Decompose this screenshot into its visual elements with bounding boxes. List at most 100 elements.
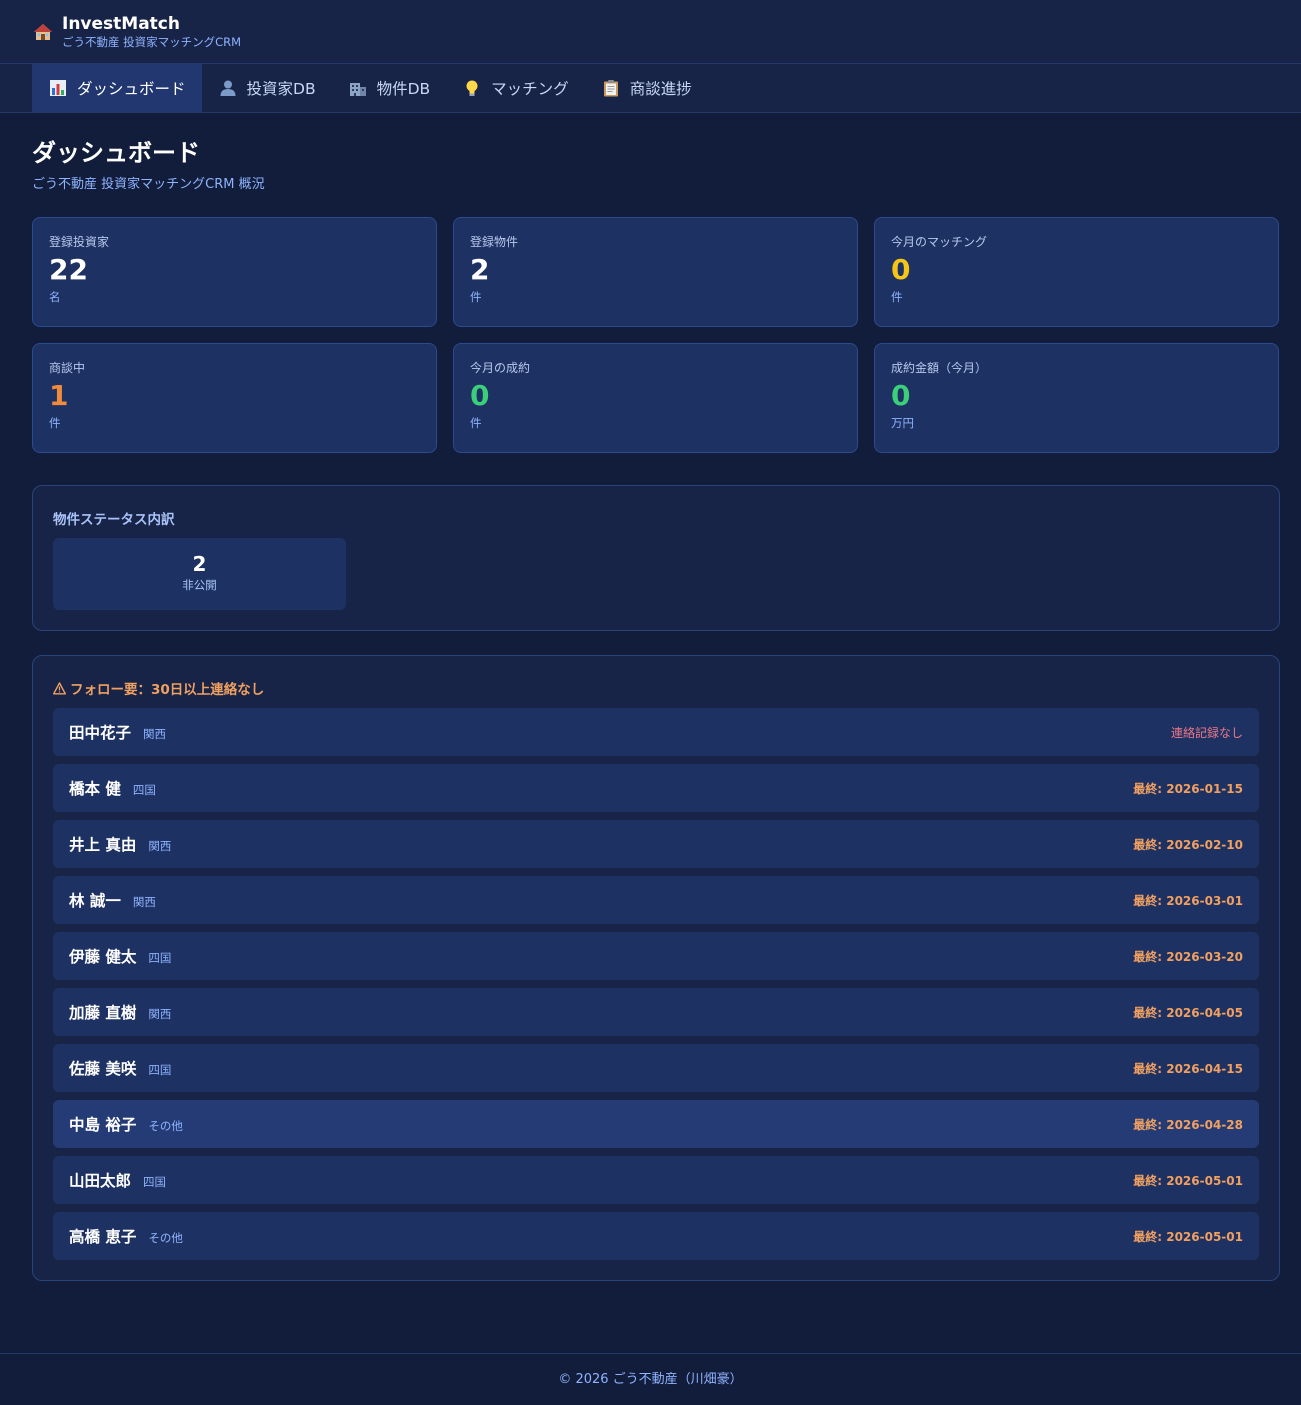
tab-label: ダッシュボード <box>77 80 186 98</box>
status-count: 2 <box>192 552 207 576</box>
investor-region: 四国 <box>148 951 172 965</box>
last-contact: 最終: 2026-05-01 <box>1133 1229 1243 1244</box>
investor-name: 橋本 健 <box>69 780 121 798</box>
stat-card-monthly-matching: 今月のマッチング 0 件 <box>874 217 1279 327</box>
stat-card-investors: 登録投資家 22 名 <box>32 217 437 327</box>
stat-unit: 件 <box>470 290 482 304</box>
footer: © 2026 ごう不動産（川畑豪） <box>0 1353 1301 1405</box>
tab-dashboard[interactable]: ダッシュボード <box>32 64 202 112</box>
stat-label: 商談中 <box>49 361 86 375</box>
investor-name: 山田太郎 <box>69 1172 132 1190</box>
last-contact: 最終: 2026-03-01 <box>1133 893 1243 908</box>
bar-chart-icon <box>48 78 68 98</box>
list-item[interactable]: 高橋 恵子 その他 最終: 2026-05-01 <box>53 1212 1259 1260</box>
last-contact: 最終: 2026-04-05 <box>1133 1005 1243 1020</box>
investor-region: その他 <box>148 1119 183 1133</box>
property-status-panel: 物件ステータス内訳 2 非公開 <box>32 485 1280 631</box>
list-item[interactable]: 田中花子 関西 連絡記録なし <box>53 708 1259 756</box>
main-nav: ダッシュボード 投資家DB 物件DB マッチング 商談進捗 <box>0 64 1301 113</box>
page-title: ダッシュボード <box>32 139 200 167</box>
stat-unit: 件 <box>470 416 482 430</box>
stat-unit: 名 <box>49 290 61 304</box>
stat-value: 0 <box>891 379 911 412</box>
status-label: 非公開 <box>182 578 217 592</box>
tab-label: 投資家DB <box>246 80 316 98</box>
last-contact: 最終: 2026-04-15 <box>1133 1061 1243 1076</box>
building-icon <box>348 78 368 98</box>
stat-label: 登録投資家 <box>49 235 110 249</box>
list-item[interactable]: 橋本 健四国 最終: 2026-01-15 <box>53 764 1259 812</box>
house-icon <box>32 21 54 43</box>
tab-matching[interactable]: マッチング <box>446 64 585 112</box>
list-item[interactable]: 佐藤 美咲 四国 最終: 2026-04-15 <box>53 1044 1259 1092</box>
investor-name: 中島 裕子 <box>69 1116 137 1134</box>
tab-label: 商談進捗 <box>629 80 692 98</box>
investor-region: 四国 <box>148 1063 172 1077</box>
last-contact: 最終: 2026-04-28 <box>1133 1117 1243 1132</box>
stat-card-negotiating: 商談中 1 件 <box>32 343 437 453</box>
investor-region: その他 <box>148 1231 183 1245</box>
follow-up-title-text: フォロー要：30日以上連絡なし <box>70 682 265 698</box>
stat-value: 0 <box>891 253 911 286</box>
investor-name: 佐藤 美咲 <box>69 1060 137 1078</box>
stat-card-monthly-closed: 今月の成約 0 件 <box>453 343 858 453</box>
page-subtitle: ごう不動産 投資家マッチングCRM 概況 <box>32 177 265 192</box>
stat-unit: 件 <box>891 290 903 304</box>
tab-property-db[interactable]: 物件DB <box>332 64 447 112</box>
follow-up-list: 田中花子 関西 連絡記録なし 橋本 健四国 最終: 2026-01-15 井上 真… <box>53 708 1259 1268</box>
investor-name: 伊藤 健太 <box>69 948 137 966</box>
app-name: InvestMatch <box>62 13 180 34</box>
list-item[interactable]: 伊藤 健太 四国 最終: 2026-03-20 <box>53 932 1259 980</box>
investor-region: 関西 <box>148 1007 172 1021</box>
list-item[interactable]: 井上 真由 関西 最終: 2026-02-10 <box>53 820 1259 868</box>
tab-investor-db[interactable]: 投資家DB <box>202 64 332 112</box>
investor-region: 四国 <box>132 783 156 797</box>
investor-name: 林 誠一 <box>69 892 121 910</box>
page-header: ダッシュボード ごう不動産 投資家マッチングCRM 概況 <box>32 137 265 192</box>
list-item[interactable]: 山田太郎 四国 最終: 2026-05-01 <box>53 1156 1259 1204</box>
investor-region: 関西 <box>143 727 167 741</box>
investor-name: 加藤 直樹 <box>69 1004 137 1022</box>
stats-grid: 登録投資家 22 名 登録物件 2 件 今月のマッチング 0 件 商談中 1 件… <box>32 217 1280 453</box>
app-subtitle: ごう不動産 投資家マッチングCRM <box>62 34 242 49</box>
person-icon <box>218 78 238 98</box>
stat-label: 成約金額（今月） <box>891 361 988 375</box>
stat-unit: 万円 <box>891 416 914 430</box>
stat-label: 今月のマッチング <box>891 235 988 249</box>
status-tile-private: 2 非公開 <box>53 538 346 610</box>
last-contact: 連絡記録なし <box>1170 725 1243 740</box>
last-contact: 最終: 2026-03-20 <box>1133 949 1243 964</box>
investor-name: 井上 真由 <box>69 836 137 854</box>
investor-region: 四国 <box>143 1175 167 1189</box>
tab-label: 物件DB <box>376 80 431 98</box>
stat-card-closed-amount: 成約金額（今月） 0 万円 <box>874 343 1279 453</box>
list-item[interactable]: 林 誠一 関西 最終: 2026-03-01 <box>53 876 1259 924</box>
stat-card-properties: 登録物件 2 件 <box>453 217 858 327</box>
investor-name: 田中花子 <box>69 724 132 742</box>
investor-region: 関西 <box>148 839 172 853</box>
tab-label: マッチング <box>491 80 569 98</box>
last-contact: 最終: 2026-01-15 <box>1133 781 1243 796</box>
warning-icon <box>53 681 66 695</box>
stat-unit: 件 <box>49 416 61 430</box>
investor-region: 関西 <box>132 895 156 909</box>
investor-name: 高橋 恵子 <box>69 1228 137 1246</box>
clipboard-icon <box>601 78 621 98</box>
stat-value: 22 <box>49 253 88 286</box>
follow-up-title: フォロー要：30日以上連絡なし <box>53 678 264 698</box>
last-contact: 最終: 2026-05-01 <box>1133 1173 1243 1188</box>
stat-value: 0 <box>470 379 490 412</box>
panel-title: 物件ステータス内訳 <box>53 512 175 528</box>
lightbulb-icon <box>462 78 482 98</box>
list-item[interactable]: 加藤 直樹 関西 最終: 2026-04-05 <box>53 988 1259 1036</box>
tab-deal-progress[interactable]: 商談進捗 <box>585 64 708 112</box>
stat-label: 登録物件 <box>470 235 519 249</box>
app-header: InvestMatch ごう不動産 投資家マッチングCRM <box>0 0 1301 64</box>
last-contact: 最終: 2026-02-10 <box>1133 837 1243 852</box>
follow-up-panel: フォロー要：30日以上連絡なし 田中花子 関西 連絡記録なし 橋本 健四国 最終:… <box>32 655 1280 1281</box>
brand: InvestMatch ごう不動産 投資家マッチングCRM <box>62 14 241 50</box>
stat-label: 今月の成約 <box>470 361 531 375</box>
list-item[interactable]: 中島 裕子 その他 最終: 2026-04-28 <box>53 1100 1259 1148</box>
stat-value: 2 <box>470 253 490 286</box>
stat-value: 1 <box>49 379 69 412</box>
